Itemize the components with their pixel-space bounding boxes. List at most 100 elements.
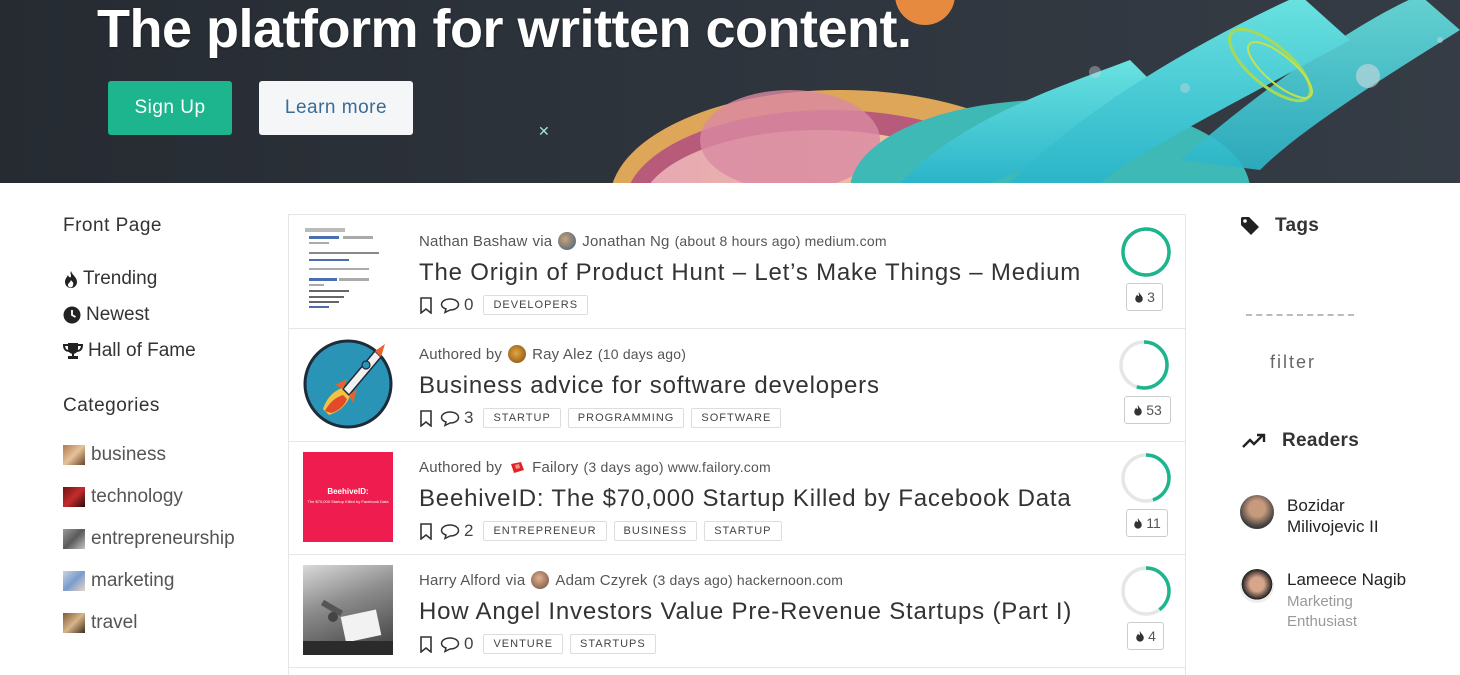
comment-icon[interactable]	[440, 297, 460, 314]
learn-more-button[interactable]: Learn more	[259, 81, 413, 135]
poster-avatar[interactable]	[558, 232, 577, 250]
category-label: technology	[91, 486, 183, 507]
poster-avatar[interactable]	[508, 345, 527, 363]
score-ring	[1119, 340, 1169, 390]
bookmark-icon[interactable]	[419, 635, 433, 653]
post-time: (10 days ago)	[597, 346, 687, 362]
category-thumbnail	[63, 529, 85, 549]
reader-item[interactable]: Bozidar Milivojevic II	[1240, 495, 1397, 537]
tag-chip[interactable]: STARTUP	[704, 521, 782, 541]
post-meta: Authored by Failory (3 days ago) www.fai…	[419, 458, 771, 476]
comment-count: 0	[464, 295, 474, 314]
category-thumbnail	[63, 613, 85, 633]
tags-placeholder-divider	[1246, 314, 1354, 316]
rocket-thumbnail	[303, 339, 393, 429]
tag-chip[interactable]: DEVELOPERS	[483, 295, 589, 315]
bookmark-icon[interactable]	[419, 522, 433, 540]
post-thumbnail[interactable]: BeehiveID: The $70,000 Startup Killed by…	[303, 452, 393, 542]
post-title[interactable]: BeehiveID: The $70,000 Startup Killed by…	[419, 485, 1071, 513]
nav-label: Hall of Fame	[88, 340, 196, 361]
post-domain[interactable]: hackernoon.com	[737, 572, 843, 588]
post-actions: 3 STARTUP PROGRAMMING SOFTWARE	[419, 408, 788, 428]
comment-icon[interactable]	[440, 410, 460, 427]
sign-up-button[interactable]: Sign Up	[108, 81, 232, 135]
tag-chip[interactable]: STARTUP	[483, 408, 561, 428]
score-ring	[1121, 566, 1171, 616]
bookmark-icon[interactable]	[419, 296, 433, 314]
category-label: entrepreneurship	[91, 528, 235, 549]
post-thumbnail[interactable]	[303, 226, 393, 316]
post-time: (3 days ago)	[583, 459, 664, 475]
vote-count: 3	[1147, 289, 1155, 305]
poster-avatar[interactable]	[531, 571, 550, 589]
category-technology[interactable]: technology	[63, 476, 263, 518]
tag-icon	[1241, 217, 1259, 235]
post-item[interactable]: Authored by Ray Alez (10 days ago) Busin…	[289, 328, 1185, 442]
thumbnail-title: BeehiveID:	[327, 487, 369, 496]
category-travel[interactable]: travel	[63, 602, 263, 644]
post-poster[interactable]: Ray Alez	[532, 346, 593, 363]
post-connector: via	[532, 232, 553, 250]
post-actions: 2 ENTREPRENEUR BUSINESS STARTUP	[419, 521, 789, 541]
post-author[interactable]: Nathan Bashaw	[419, 233, 528, 250]
avatar[interactable]	[1240, 569, 1274, 603]
post-title[interactable]: The Origin of Product Hunt – Let’s Make …	[419, 259, 1081, 287]
post-author[interactable]: Harry Alford	[419, 572, 501, 589]
readers-heading: Readers	[1242, 430, 1359, 452]
tag-chip[interactable]: STARTUPS	[570, 634, 656, 654]
tag-chip[interactable]: VENTURE	[483, 634, 564, 654]
category-marketing[interactable]: marketing	[63, 560, 263, 602]
trophy-icon	[63, 343, 83, 359]
reader-name[interactable]: Lameece Nagib	[1287, 569, 1406, 590]
comment-count: 2	[464, 521, 474, 540]
vote-button[interactable]: 4	[1127, 622, 1164, 650]
flame-icon	[1136, 631, 1144, 642]
tag-chip[interactable]: ENTREPRENEUR	[483, 521, 607, 541]
tags-filter[interactable]: filter	[1270, 352, 1316, 373]
nav-item-hall-of-fame[interactable]: Hall of Fame	[63, 333, 263, 369]
post-title[interactable]: Business advice for software developers	[419, 372, 880, 400]
email-screenshot-thumbnail	[305, 228, 379, 308]
score-ring	[1121, 453, 1171, 503]
reader-name[interactable]: Bozidar Milivojevic II	[1287, 495, 1397, 537]
category-entrepreneurship[interactable]: entrepreneurship	[63, 518, 263, 560]
comment-icon[interactable]	[440, 523, 460, 540]
post-time: (about 8 hours ago)	[674, 233, 801, 249]
post-poster[interactable]: Jonathan Ng	[582, 233, 669, 250]
bookmark-icon[interactable]	[419, 409, 433, 427]
nav-item-trending[interactable]: Trending	[63, 261, 263, 297]
post-meta: Nathan Bashaw via Jonathan Ng (about 8 h…	[419, 232, 887, 250]
category-business[interactable]: business	[63, 434, 263, 476]
post-poster[interactable]: Failory	[532, 459, 578, 476]
tag-chip[interactable]: PROGRAMMING	[567, 408, 685, 428]
tag-chip[interactable]: SOFTWARE	[691, 408, 782, 428]
vote-button[interactable]: 3	[1126, 283, 1163, 311]
poster-avatar[interactable]	[508, 458, 526, 476]
thumbnail-subtitle: The $70,000 Startup Killed by Facebook D…	[307, 499, 389, 504]
post-item[interactable]: Nathan Bashaw via Jonathan Ng (about 8 h…	[289, 215, 1185, 329]
post-thumbnail[interactable]	[303, 565, 393, 655]
post-item[interactable]: Harry Alford via Adam Czyrek (3 days ago…	[289, 554, 1185, 668]
flame-icon	[1134, 405, 1142, 416]
post-title[interactable]: How Angel Investors Value Pre-Revenue St…	[419, 598, 1072, 626]
tag-chip[interactable]: BUSINESS	[613, 521, 698, 541]
category-label: business	[91, 444, 166, 465]
avatar[interactable]	[1240, 495, 1274, 529]
flame-icon	[1135, 292, 1143, 303]
vote-button[interactable]: 53	[1124, 396, 1171, 424]
post-thumbnail[interactable]	[303, 339, 393, 429]
post-domain[interactable]: medium.com	[805, 233, 887, 249]
post-domain[interactable]: www.failory.com	[668, 459, 771, 475]
comment-count: 0	[464, 634, 474, 653]
trending-up-icon	[1242, 433, 1266, 448]
post-poster[interactable]: Adam Czyrek	[555, 572, 647, 589]
nav-item-newest[interactable]: Newest	[63, 297, 263, 333]
post-feed: Nathan Bashaw via Jonathan Ng (about 8 h…	[288, 214, 1186, 675]
reader-item[interactable]: Lameece Nagib Marketing Enthusiast	[1240, 569, 1406, 632]
hero-banner: ✕ The platform for written content. Sign…	[0, 0, 1460, 183]
svg-text:✕: ✕	[538, 124, 550, 140]
vote-button[interactable]: 11	[1126, 509, 1168, 537]
categories-title: Categories	[63, 395, 160, 416]
post-item[interactable]: BeehiveID: The $70,000 Startup Killed by…	[289, 441, 1185, 555]
comment-icon[interactable]	[440, 636, 460, 653]
